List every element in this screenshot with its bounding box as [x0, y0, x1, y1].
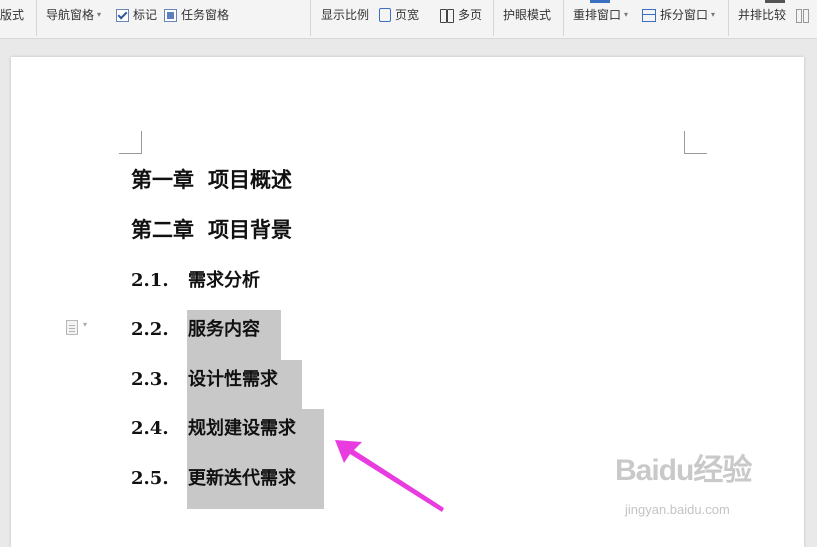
toolbar-divider: [563, 0, 564, 36]
annotation-arrow-shape: [335, 440, 444, 512]
multi-page-button[interactable]: 多页: [440, 6, 482, 24]
section-heading[interactable]: 2.3. 设计性需求: [131, 365, 278, 395]
toolbar-divider: [493, 0, 494, 36]
split-label: 拆分窗口: [660, 8, 709, 22]
section-number: 2.2.: [131, 319, 169, 340]
section-heading[interactable]: 2.2. 服务内容: [131, 315, 260, 345]
chapter-title: 项目概述: [208, 167, 292, 192]
toolbar-divider: [36, 0, 37, 36]
toolbar-icon-stub: [590, 0, 610, 3]
annotation-arrow-icon: [335, 440, 444, 512]
split-window-icon: [642, 8, 656, 22]
rearrange-window-button[interactable]: 重排窗口 ▾: [573, 6, 628, 24]
chapter-number: 第一章: [131, 167, 194, 192]
section-heading[interactable]: 2.4. 规划建设需求: [131, 414, 296, 444]
sync-scroll-button[interactable]: [796, 6, 812, 24]
layout-label: 版式: [0, 8, 25, 22]
chevron-down-icon: ▾: [711, 10, 716, 19]
zoom-button[interactable]: 显示比例: [321, 6, 369, 24]
page-width-label: 页宽: [395, 8, 420, 22]
checkbox-filled-icon[interactable]: [164, 8, 177, 22]
section-heading[interactable]: 2.1. 需求分析: [131, 266, 260, 296]
chapter-heading[interactable]: 第二章 项目背景: [131, 215, 292, 245]
section-title: 规划建设需求: [188, 418, 296, 439]
chevron-down-icon: ▾: [97, 10, 102, 19]
zoom-label: 显示比例: [321, 8, 370, 22]
mark-checkbox[interactable]: 标记: [116, 6, 157, 24]
chevron-down-icon: ▾: [624, 10, 629, 19]
rearrange-label: 重排窗口: [573, 8, 622, 22]
side-by-side-button[interactable]: 并排比较: [738, 6, 786, 24]
task-pane-checkbox[interactable]: 任务窗格: [164, 6, 229, 24]
sync-scroll-icon: [796, 8, 810, 23]
toolbar-divider: [310, 0, 311, 36]
section-heading[interactable]: 2.5. 更新迭代需求: [131, 464, 296, 494]
chapter-number: 第二章: [131, 217, 194, 242]
eye-mode-button[interactable]: 护眼模式: [503, 6, 551, 24]
layout-button[interactable]: 版式: [0, 6, 24, 24]
chapter-heading[interactable]: 第一章 项目概述: [131, 165, 292, 195]
margin-corner-top-left: [119, 131, 142, 154]
section-number: 2.5.: [131, 468, 169, 489]
section-title: 服务内容: [188, 319, 260, 340]
split-window-button[interactable]: 拆分窗口 ▾: [642, 6, 715, 24]
paragraph-doc-icon[interactable]: [66, 320, 78, 335]
page-width-button[interactable]: 页宽: [379, 6, 419, 24]
section-title: 需求分析: [188, 270, 260, 291]
chapter-title: 项目背景: [208, 217, 292, 242]
toolbar-divider: [728, 0, 729, 36]
view-toolbar: 版式 导航窗格 ▾ 标记 任务窗格 显示比例 页宽 多页 护眼模式 重排窗口 ▾…: [0, 0, 817, 39]
multi-page-icon: [440, 8, 454, 23]
task-pane-label: 任务窗格: [181, 8, 230, 22]
eye-mode-label: 护眼模式: [503, 8, 552, 22]
section-number: 2.3.: [131, 369, 169, 390]
nav-pane-label: 导航窗格: [46, 8, 95, 22]
multi-page-label: 多页: [458, 8, 483, 22]
section-title: 设计性需求: [188, 369, 278, 390]
toolbar-icon-stub: [765, 0, 785, 3]
section-number: 2.1.: [131, 270, 169, 291]
nav-pane-button[interactable]: 导航窗格 ▾: [46, 6, 101, 24]
chevron-down-icon[interactable]: ▾: [83, 320, 87, 329]
section-title: 更新迭代需求: [188, 468, 296, 489]
page-width-icon: [379, 8, 391, 22]
watermark-logo: Baidu经验: [615, 454, 752, 487]
baidu-watermark: Baidu经验 jingyan.baidu.com: [615, 445, 752, 517]
section-number: 2.4.: [131, 418, 169, 439]
side-by-side-label: 并排比较: [738, 8, 787, 22]
watermark-url: jingyan.baidu.com: [625, 502, 730, 517]
margin-corner-top-right: [684, 131, 707, 154]
mark-label: 标记: [133, 8, 158, 22]
checkbox-checked-icon[interactable]: [116, 8, 129, 22]
